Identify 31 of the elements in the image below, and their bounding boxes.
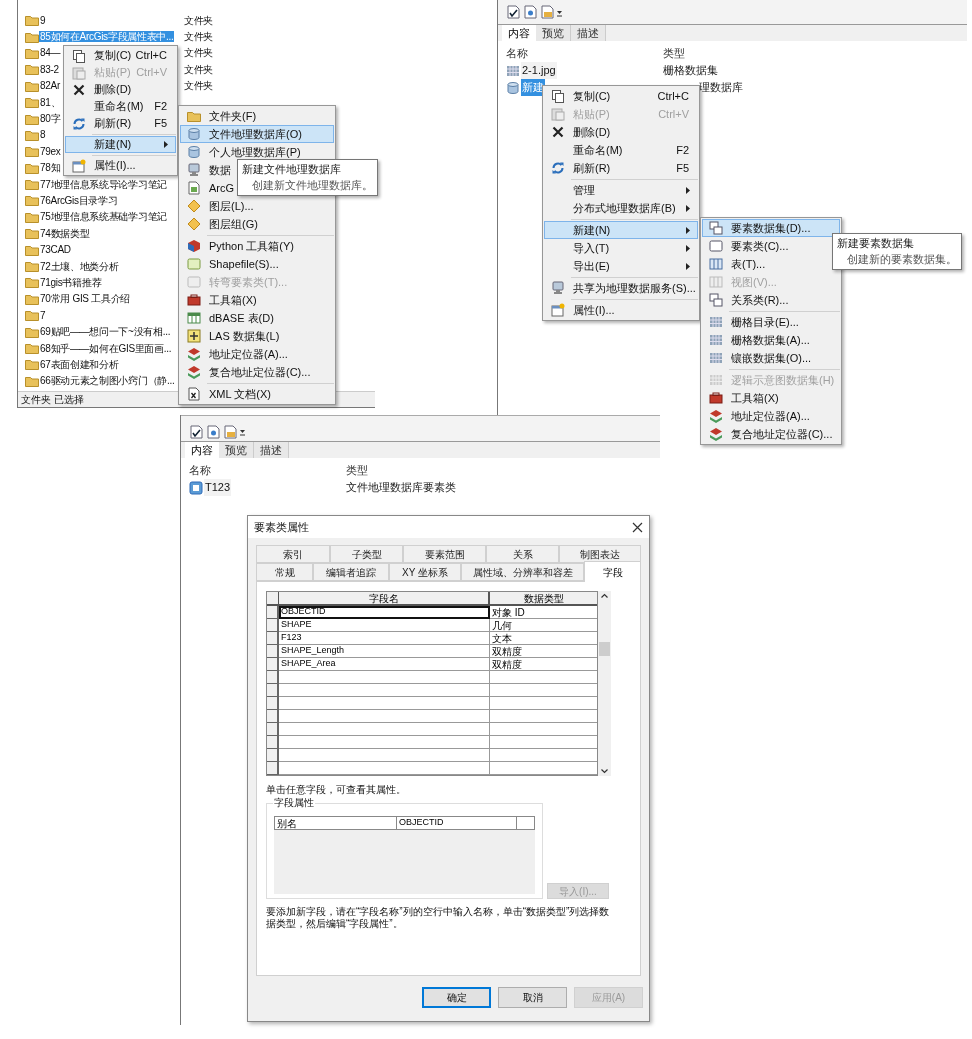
dialog-title: 要素类属性	[254, 519, 309, 535]
shortcut-text: F5	[154, 116, 168, 132]
type-text: 文件夹	[184, 79, 214, 94]
property-name: 别名	[275, 817, 397, 829]
tooltip-title: 新建要素数据集	[837, 237, 915, 250]
status-text: 文件夹 已选择	[21, 393, 84, 407]
note-text: 要添加新字段，请在“字段名称”列的空行中输入名称，单击“数据类型”列选择数据类型，然后编辑“字段属性”。	[266, 906, 611, 930]
tooltip-title: 新建文件地理数据库	[242, 163, 342, 176]
shortcut-text: Ctrl+C	[135, 48, 168, 64]
tooltip-text: 创建新的要素数据集。	[846, 253, 957, 266]
column-header: 类型	[345, 462, 368, 478]
column-header: 类型	[662, 45, 685, 61]
type-text: 栅格数据集	[662, 63, 718, 79]
hint-text: 单击任意字段，可查看其属性。	[266, 783, 407, 797]
shortcut-text: Ctrl+C	[657, 88, 690, 104]
shortcut-text: F2	[154, 99, 168, 115]
type-text: 文件夹	[184, 30, 214, 45]
group-title: 字段属性	[273, 797, 315, 809]
column-header: 名称	[189, 462, 212, 478]
shortcut-text: F2	[676, 142, 690, 158]
shortcut-text: Ctrl+V	[658, 106, 690, 122]
type-text: 文件夹	[184, 13, 214, 28]
column-header: 名称	[506, 45, 529, 61]
shortcut-text: F5	[676, 160, 690, 176]
type-text: 文件夹	[184, 62, 214, 77]
shortcut-text: Ctrl+V	[136, 65, 168, 81]
column-header: 字段名	[279, 592, 490, 606]
column-header: 数据类型	[490, 592, 597, 606]
tooltip-text: 创建新文件地理数据库。	[251, 179, 373, 192]
type-text: 文件地理数据库要素类	[345, 480, 456, 496]
type-text: 文件夹	[184, 46, 214, 61]
